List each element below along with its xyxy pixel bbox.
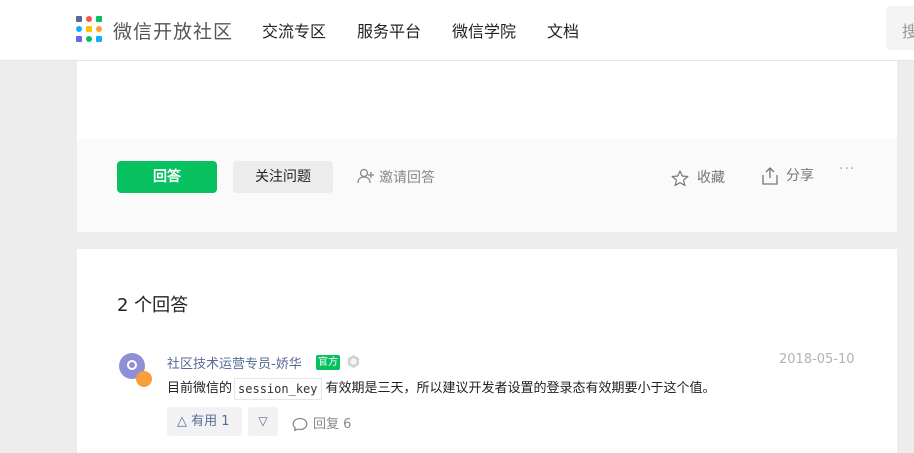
nav-item-docs[interactable]: 文档 (547, 18, 579, 42)
content-code: session_key (234, 377, 322, 400)
avatar-mark-icon (127, 360, 137, 370)
wechat-community-logo-icon[interactable] (76, 16, 104, 44)
nav-item-academy[interactable]: 微信学院 (452, 18, 516, 42)
nav-item-services[interactable]: 服务平台 (357, 18, 421, 42)
answer-date: 2018-05-10 (779, 352, 855, 367)
useless-button[interactable]: ▽ (248, 407, 278, 436)
official-tag: 官方 (316, 355, 340, 370)
question-actions-bar: 回答 关注问题 邀请回答 收藏 分享 ··· (77, 139, 897, 232)
share-label: 分享 (786, 168, 814, 184)
answer-content: 目前微信的 session_key 有效期是三天，所以建议开发者设置的登录态有效期要… (167, 377, 716, 400)
invite-answer-button[interactable]: 邀请回答 (357, 167, 435, 188)
avatar[interactable] (119, 353, 152, 387)
answer-button[interactable]: 回答 (117, 161, 217, 193)
level-badge-icon (348, 355, 359, 368)
share-button[interactable]: 分享 (762, 165, 814, 185)
comment-icon (292, 417, 308, 432)
avatar-badge-icon (136, 371, 152, 387)
favorite-button[interactable]: 收藏 (671, 167, 725, 187)
more-options-button[interactable]: ··· (839, 161, 855, 177)
follow-question-button[interactable]: 关注问题 (233, 161, 333, 193)
answer-author[interactable]: 社区技术运营专员-娇华 (167, 353, 302, 372)
invite-label: 邀请回答 (379, 170, 435, 186)
content-prefix: 目前微信的 (167, 381, 233, 396)
reply-label: 回复 6 (313, 417, 352, 432)
invite-user-icon (357, 168, 375, 188)
favorite-label: 收藏 (697, 170, 725, 186)
question-card: 回答 关注问题 邀请回答 收藏 分享 ··· (77, 61, 897, 232)
top-header: 微信开放社区 交流专区 服务平台 微信学院 文档 搜 (0, 0, 914, 61)
share-icon (762, 167, 778, 185)
search-placeholder: 搜 (902, 22, 914, 41)
nav-item-exchange[interactable]: 交流专区 (262, 18, 326, 42)
search-input[interactable]: 搜 (886, 6, 914, 50)
star-icon (671, 169, 689, 186)
answers-count: 2 个回答 (117, 295, 189, 316)
content-suffix: 有效期是三天，所以建议开发者设置的登录态有效期要小于这个值。 (325, 381, 716, 396)
site-title[interactable]: 微信开放社区 (113, 17, 233, 44)
reply-button[interactable]: 回复 6 (292, 413, 351, 432)
answers-card: 2 个回答 社区技术运营专员-娇华 官方 2018-05-10 目前微信的 ses… (77, 249, 897, 453)
useful-button[interactable]: △ 有用 1 (167, 407, 242, 436)
